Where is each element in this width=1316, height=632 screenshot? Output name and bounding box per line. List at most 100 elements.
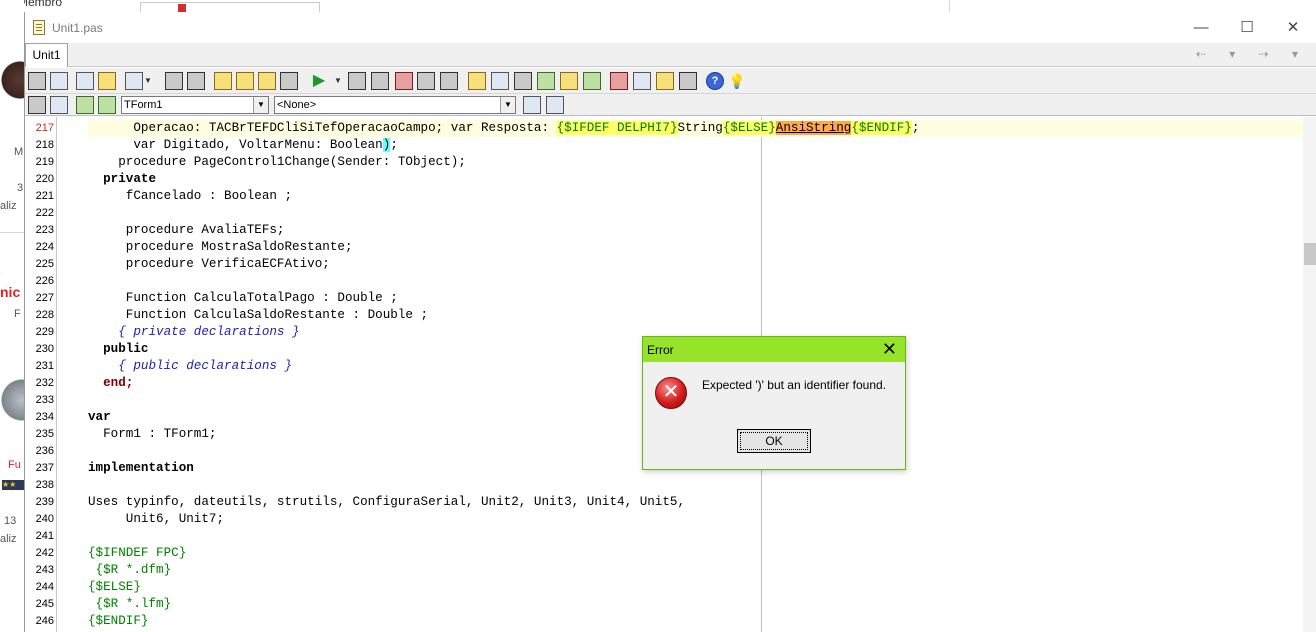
interface-icon[interactable] xyxy=(76,96,94,114)
background-divider xyxy=(0,232,24,233)
class-combo[interactable]: TForm1 ▼ xyxy=(121,96,269,114)
file-icon xyxy=(33,20,45,35)
dialog-titlebar[interactable]: Error ✕ xyxy=(643,337,905,362)
line-number: 229 xyxy=(35,326,54,338)
settings-icon[interactable] xyxy=(679,72,697,90)
inspector-icon[interactable] xyxy=(280,72,298,90)
open-project-icon[interactable] xyxy=(258,72,276,90)
compiler-directive: {$IFDEF DELPHI7} xyxy=(556,121,678,135)
code-line[interactable]: var Digitado, VoltarMenu: Boolean); xyxy=(88,137,1303,154)
step-into-icon[interactable] xyxy=(395,72,413,90)
help-icon[interactable]: ? xyxy=(706,72,724,90)
compiler-directive[interactable]: {$R *.lfm} xyxy=(88,596,1303,613)
code-line[interactable]: Function CalculaTotalPago : Double ; xyxy=(88,290,1303,307)
window-icon[interactable] xyxy=(50,96,68,114)
compiler-directive: {$ELSE} xyxy=(722,121,776,135)
window-title: Unit1.pas xyxy=(52,21,103,35)
stop-icon[interactable] xyxy=(371,72,389,90)
install-icon[interactable] xyxy=(583,72,601,90)
ok-button[interactable]: OK xyxy=(737,429,811,453)
compiler-directive: {$ENDIF} xyxy=(851,121,912,135)
code-line[interactable]: procedure PageControl1Change(Sender: TOb… xyxy=(88,154,1303,171)
background-text: aliz xyxy=(0,533,17,545)
background-membro-text: Membro xyxy=(18,0,63,9)
code-line[interactable]: fCancelado : Boolean ; xyxy=(88,188,1303,205)
toggle-form-unit-icon[interactable] xyxy=(236,72,254,90)
implementation-icon[interactable] xyxy=(98,96,116,114)
background-red-mark xyxy=(178,4,186,12)
background-text: M xyxy=(14,146,24,158)
components-icon[interactable] xyxy=(560,72,578,90)
new-form-icon[interactable] xyxy=(98,72,116,90)
chevron-down-icon[interactable]: ▼ xyxy=(253,97,268,113)
compiler-directive[interactable]: {$ENDIF} xyxy=(88,613,1303,630)
package-icon[interactable] xyxy=(537,72,555,90)
forms-icon[interactable] xyxy=(633,72,651,90)
line-number: 220 xyxy=(35,173,54,185)
code-line-current[interactable]: Operacao: TACBrTEFDCliSiTefOperacaoCampo… xyxy=(88,120,1303,137)
code-token: ; xyxy=(911,121,920,135)
line-number: 240 xyxy=(35,513,54,525)
code-token: Operacao: TACBrTEFDCliSiTefOperacaoCampo… xyxy=(88,121,557,135)
print-icon[interactable] xyxy=(28,96,46,114)
line-number: 226 xyxy=(35,275,54,287)
tab-navigation-arrows[interactable]: ⇠ ▾ ⇢ ▾ xyxy=(1196,47,1308,61)
close-icon[interactable]: ✕ xyxy=(882,339,897,359)
notes-icon[interactable] xyxy=(656,72,674,90)
minimize-button[interactable]: — xyxy=(1178,12,1224,43)
new-unit-icon[interactable] xyxy=(76,72,94,90)
view-units-icon[interactable] xyxy=(187,72,205,90)
line-number: 228 xyxy=(35,309,54,321)
background-text: 3 xyxy=(17,182,24,194)
align-left-icon[interactable] xyxy=(523,96,541,114)
close-button[interactable]: ✕ xyxy=(1270,12,1316,43)
run-to-cursor-icon[interactable] xyxy=(440,72,458,90)
compiler-directive[interactable]: {$IFNDEF FPC} xyxy=(88,545,1303,562)
compiler-directive[interactable]: {$ELSE} xyxy=(88,579,1303,596)
open-icon[interactable] xyxy=(125,72,143,90)
background-tabs xyxy=(140,2,320,12)
align-center-icon[interactable] xyxy=(546,96,564,114)
code-line[interactable]: Function CalculaSaldoRestante : Double ; xyxy=(88,307,1303,324)
line-number: 222 xyxy=(35,207,54,219)
tools-icon[interactable] xyxy=(610,72,628,90)
chevron-down-icon[interactable]: ▼ xyxy=(500,97,515,113)
dialog-message: Expected ')' but an identifier found. xyxy=(702,378,887,392)
view-forms-icon[interactable] xyxy=(214,72,232,90)
line-number: 225 xyxy=(35,258,54,270)
code-line[interactable]: procedure VerificaECFAtivo; xyxy=(88,256,1303,273)
code-line[interactable]: procedure AvaliaTEFs; xyxy=(88,222,1303,239)
maximize-button[interactable]: ☐ xyxy=(1224,12,1270,43)
pause-icon[interactable] xyxy=(348,72,366,90)
code-token: ; xyxy=(390,138,398,152)
close-file-icon[interactable] xyxy=(165,72,183,90)
open-dropdown-icon[interactable]: ▼ xyxy=(144,72,154,90)
method-combo-value: <None> xyxy=(277,99,317,111)
save-icon[interactable] xyxy=(28,72,46,90)
method-combo[interactable]: <None> ▼ xyxy=(274,96,516,114)
background-text: 13 xyxy=(4,515,17,527)
code-line[interactable]: Unit6, Unit7; xyxy=(88,511,1303,528)
line-number: 224 xyxy=(35,241,54,253)
compile-icon[interactable] xyxy=(468,72,486,90)
code-line[interactable]: Uses typinfo, dateutils, strutils, Confi… xyxy=(88,494,1303,511)
line-number: 227 xyxy=(35,292,54,304)
step-over-icon[interactable] xyxy=(417,72,435,90)
code-line[interactable]: private xyxy=(88,171,1303,188)
save-all-icon[interactable] xyxy=(50,72,68,90)
window-titlebar[interactable]: Unit1.pas — ☐ ✕ xyxy=(25,12,1316,43)
tip-icon[interactable]: 💡 xyxy=(728,72,746,90)
line-number: 219 xyxy=(35,156,54,168)
run-dropdown-icon[interactable]: ▼ xyxy=(334,72,344,90)
code-line[interactable]: procedure MostraSaldoRestante; xyxy=(88,239,1303,256)
build-icon[interactable] xyxy=(491,72,509,90)
vertical-scrollbar[interactable] xyxy=(1303,117,1316,632)
project-options-icon[interactable] xyxy=(514,72,532,90)
run-icon[interactable]: ▶ xyxy=(310,72,328,90)
compiler-directive[interactable]: {$R *.dfm} xyxy=(88,562,1303,579)
line-number: 217 xyxy=(35,122,54,134)
scrollbar-thumb[interactable] xyxy=(1304,243,1316,265)
background-window-left: M 3 aliz nic F Fu ★★ 13 aliz xyxy=(0,0,24,632)
background-text: nic xyxy=(0,284,21,300)
tab-unit1[interactable]: Unit1 xyxy=(25,43,68,67)
